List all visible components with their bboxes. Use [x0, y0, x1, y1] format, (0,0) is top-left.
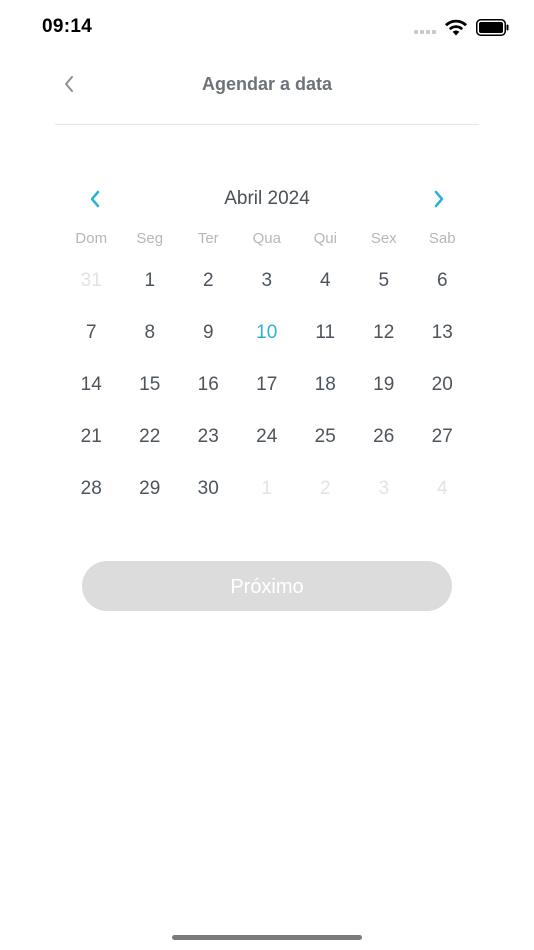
day-cell-outside-month: 3 — [378, 478, 390, 499]
day-cell-today[interactable]: 10 — [238, 318, 297, 370]
header: Agendar a data — [55, 58, 479, 125]
cellular-signal-icon — [414, 30, 436, 34]
day-cell[interactable]: 7 — [62, 318, 121, 370]
day-cell[interactable]: 12 — [355, 318, 414, 370]
day-cell[interactable]: 28 — [62, 474, 121, 526]
weekday-header: Dom Seg Ter Qua Qui Sex Sab — [62, 230, 472, 247]
status-time: 09:14 — [42, 16, 93, 37]
wifi-icon — [445, 19, 467, 36]
day-cell[interactable]: 14 — [62, 370, 121, 422]
day-cell[interactable]: 4 — [296, 266, 355, 318]
weekday-label: Seg — [136, 230, 164, 247]
day-cell[interactable]: 22 — [121, 422, 180, 474]
page-title: Agendar a data — [201, 74, 333, 94]
day-cell[interactable]: 21 — [62, 422, 121, 474]
day-cell[interactable]: 16 — [179, 370, 238, 422]
status-bar: 09:14 — [0, 0, 534, 54]
next-button[interactable]: Próximo — [82, 561, 452, 611]
day-cell[interactable]: 11 — [296, 318, 355, 370]
calendar-nav: Abril 2024 — [62, 180, 472, 218]
day-cell[interactable]: 9 — [179, 318, 238, 370]
chevron-right-icon — [434, 190, 444, 208]
day-cell[interactable]: 19 — [355, 370, 414, 422]
day-cell-outside-month: 31 — [80, 270, 102, 291]
battery-icon — [476, 19, 509, 36]
day-cell[interactable]: 18 — [296, 370, 355, 422]
day-cell[interactable]: 8 — [121, 318, 180, 370]
day-cell[interactable]: 2 — [179, 266, 238, 318]
day-cell-outside-month: 1 — [261, 478, 273, 499]
weekday-label: Qui — [313, 230, 337, 247]
day-cell[interactable]: 3 — [238, 266, 297, 318]
day-cell[interactable]: 27 — [413, 422, 472, 474]
day-cell-outside-month: 2 — [319, 478, 331, 499]
day-cell[interactable]: 29 — [121, 474, 180, 526]
day-cell[interactable]: 1 — [121, 266, 180, 318]
week-row: 28 29 30 1 2 3 4 — [62, 474, 472, 526]
day-cell[interactable]: 23 — [179, 422, 238, 474]
day-cell[interactable]: 5 — [355, 266, 414, 318]
day-cell[interactable]: 15 — [121, 370, 180, 422]
next-month-button[interactable] — [426, 186, 452, 212]
day-cell[interactable]: 13 — [413, 318, 472, 370]
week-row: 21 22 23 24 25 26 27 — [62, 422, 472, 474]
day-cell[interactable]: 25 — [296, 422, 355, 474]
calendar-grid: 31 1 2 3 4 5 6 7 8 9 10 11 12 13 14 15 16 17 18 19 20 21 22 23 2… — [62, 266, 472, 526]
month-title: Abril 2024 — [224, 188, 310, 209]
day-cell[interactable]: 30 — [179, 474, 238, 526]
day-cell-outside-month: 4 — [436, 478, 448, 499]
weekday-label: Ter — [197, 230, 219, 247]
day-cell[interactable]: 17 — [238, 370, 297, 422]
home-indicator — [172, 935, 362, 940]
weekday-label: Sab — [428, 230, 456, 247]
weekday-label: Qua — [252, 230, 281, 247]
week-row: 31 1 2 3 4 5 6 — [62, 266, 472, 318]
week-row: 7 8 9 10 11 12 13 — [62, 318, 472, 370]
weekday-label: Dom — [75, 230, 108, 247]
day-cell[interactable]: 20 — [413, 370, 472, 422]
day-cell[interactable]: 24 — [238, 422, 297, 474]
day-cell[interactable]: 26 — [355, 422, 414, 474]
calendar: Abril 2024 Dom Seg Ter Qua Qui Sex Sab 31 1 2 3 4 5… — [62, 180, 472, 499]
week-row: 14 15 16 17 18 19 20 — [62, 370, 472, 422]
weekday-label: Sex — [370, 230, 397, 247]
day-cell[interactable]: 6 — [413, 266, 472, 318]
